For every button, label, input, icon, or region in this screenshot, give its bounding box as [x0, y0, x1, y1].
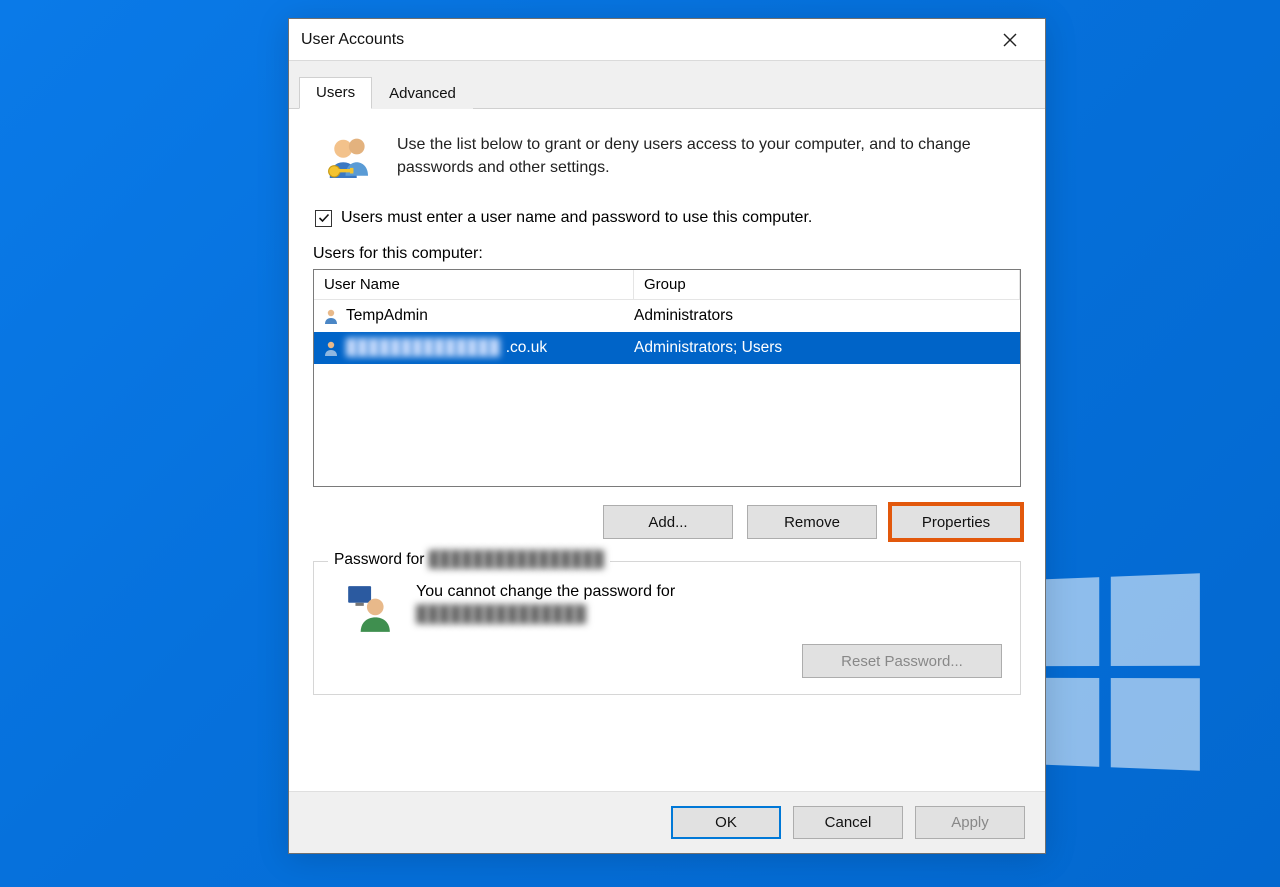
listview-body: TempAdmin Administrators ██████████████.… — [314, 300, 1020, 486]
intro-text: Use the list below to grant or deny user… — [397, 133, 1017, 187]
username-text: TempAdmin — [346, 307, 428, 325]
tab-strip: Users Advanced — [289, 61, 1045, 109]
password-legend-user: ████████████████ — [428, 551, 604, 569]
user-cell-username: ██████████████ .co.uk — [322, 339, 634, 357]
user-icon — [322, 307, 340, 325]
column-username[interactable]: User Name — [314, 270, 634, 299]
require-password-row: Users must enter a user name and passwor… — [315, 209, 1019, 227]
reset-password-button: Reset Password... — [802, 644, 1002, 678]
user-row[interactable]: ██████████████ .co.uk Administrators; Use… — [314, 332, 1020, 364]
close-button[interactable] — [987, 24, 1033, 56]
properties-button[interactable]: Properties — [891, 505, 1021, 539]
user-accounts-dialog: User Accounts Users Advanced Use the lis… — [288, 18, 1046, 854]
ok-button[interactable]: OK — [671, 806, 781, 839]
password-groupbox: Password for ████████████████ You cannot… — [313, 561, 1021, 695]
checkmark-icon — [318, 212, 330, 224]
user-row[interactable]: TempAdmin Administrators — [314, 300, 1020, 332]
tab-advanced[interactable]: Advanced — [372, 78, 473, 109]
remove-button[interactable]: Remove — [747, 505, 877, 539]
tab-users[interactable]: Users — [299, 77, 372, 109]
add-button[interactable]: Add... — [603, 505, 733, 539]
user-action-buttons: Add... Remove Properties — [313, 505, 1021, 539]
password-message: You cannot change the password for █████… — [416, 580, 1002, 626]
cancel-button[interactable]: Cancel — [793, 806, 903, 839]
require-password-label: Users must enter a user name and passwor… — [341, 209, 812, 227]
user-cell-username: TempAdmin — [322, 307, 634, 325]
listview-header: User Name Group — [314, 270, 1020, 300]
users-listview[interactable]: User Name Group TempAdmin Administrators… — [313, 269, 1021, 487]
dialog-title: User Accounts — [301, 31, 404, 49]
column-group[interactable]: Group — [634, 270, 1020, 299]
dialog-footer: OK Cancel Apply — [289, 791, 1045, 853]
username-suffix: .co.uk — [506, 339, 547, 357]
close-icon — [1003, 33, 1017, 47]
password-legend: Password for ████████████████ — [328, 551, 610, 569]
apply-button: Apply — [915, 806, 1025, 839]
user-monitor-icon — [344, 584, 394, 634]
require-password-checkbox[interactable] — [315, 210, 332, 227]
username-text: ██████████████ — [346, 339, 500, 357]
user-icon — [322, 339, 340, 357]
user-cell-group: Administrators — [634, 307, 1012, 325]
intro-row: Use the list below to grant or deny user… — [313, 127, 1021, 201]
tab-content-users: Use the list below to grant or deny user… — [289, 109, 1045, 791]
password-message-user: ███████████████ — [416, 606, 586, 623]
users-list-label: Users for this computer: — [313, 245, 1021, 263]
user-cell-group: Administrators; Users — [634, 339, 1012, 357]
users-keys-icon — [323, 133, 377, 187]
titlebar: User Accounts — [289, 19, 1045, 61]
